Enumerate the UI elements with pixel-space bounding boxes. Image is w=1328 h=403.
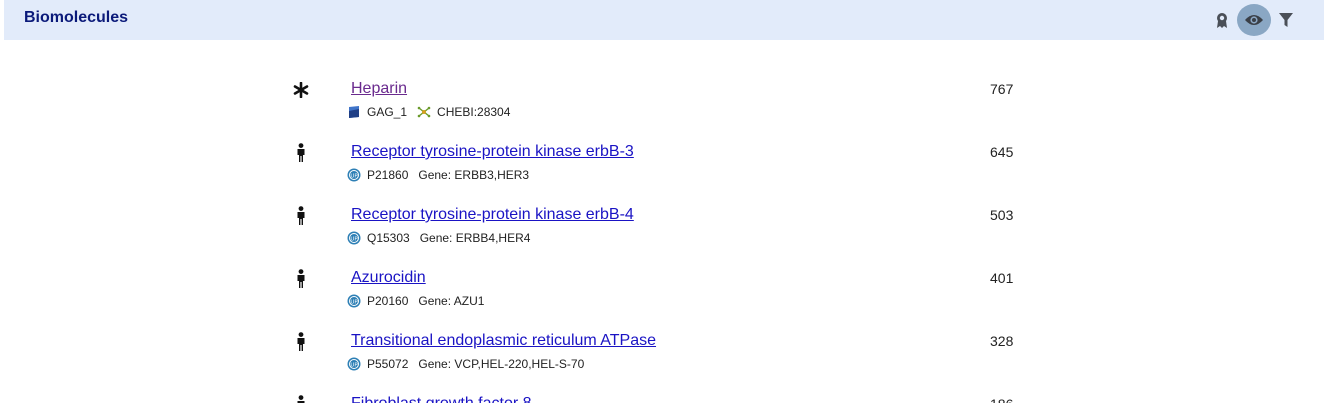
uniprot-icon: UP	[347, 357, 361, 371]
item-count: 328	[990, 333, 1014, 349]
gene-names: Gene: VCP,HEL-220,HEL-S-70	[418, 357, 585, 371]
svg-text:UP: UP	[350, 299, 358, 305]
biomolecule-link[interactable]: Transitional endoplasmic reticulum ATPas…	[351, 332, 656, 350]
item-count: 503	[990, 207, 1014, 223]
item-identifiers: UP P20160 Gene: AZU1	[347, 293, 484, 309]
list-item: Transitional endoplasmic reticulum ATPas…	[0, 332, 1328, 392]
biomolecule-list: Heparin GAG_1 CHEBI:28304 767 Receptor t…	[0, 0, 1328, 403]
uniprot-accession: P20160	[367, 294, 409, 308]
uniprot-icon: UP	[347, 168, 361, 182]
list-item: Heparin GAG_1 CHEBI:28304 767	[0, 80, 1328, 140]
human-figure-icon	[292, 143, 310, 163]
uniprot-icon: UP	[347, 294, 361, 308]
item-identifiers: UP P21860 Gene: ERBB3,HER3	[347, 167, 529, 183]
human-figure-icon	[292, 395, 310, 403]
list-item: Receptor tyrosine-protein kinase erbB-3 …	[0, 143, 1328, 203]
item-count: 767	[990, 81, 1014, 97]
asterisk-icon	[292, 80, 310, 100]
svg-text:UP: UP	[350, 236, 358, 242]
human-figure-icon	[292, 269, 310, 289]
human-figure-icon	[292, 206, 310, 226]
item-count: 401	[990, 270, 1014, 286]
svg-text:UP: UP	[350, 362, 358, 368]
biomolecule-link[interactable]: Heparin	[351, 80, 407, 98]
chebi-id: CHEBI:28304	[437, 105, 511, 119]
uniprot-accession: Q15303	[367, 231, 410, 245]
item-identifiers: UP Q15303 Gene: ERBB4,HER4	[347, 230, 530, 246]
list-item: Receptor tyrosine-protein kinase erbB-4 …	[0, 206, 1328, 266]
uniprot-accession: P55072	[367, 357, 409, 371]
svg-text:UP: UP	[350, 173, 358, 179]
chebi-icon	[417, 105, 431, 119]
item-identifiers: GAG_1 CHEBI:28304	[347, 104, 510, 120]
item-identifiers: UP P55072 Gene: VCP,HEL-220,HEL-S-70	[347, 356, 584, 372]
biomolecule-link[interactable]: Azurocidin	[351, 269, 426, 287]
item-count: 186	[990, 396, 1013, 403]
list-item: Azurocidin UP P20160 Gene: AZU1 401	[0, 269, 1328, 329]
uniprot-icon: UP	[347, 231, 361, 245]
gene-names: Gene: ERBB3,HER3	[418, 168, 530, 182]
gene-names: Gene: AZU1	[418, 294, 485, 308]
glycan-id: GAG_1	[367, 105, 408, 119]
human-figure-icon	[292, 332, 310, 352]
list-item: Fibroblast growth factor 8 186	[0, 395, 1328, 403]
biomolecule-link[interactable]: Receptor tyrosine-protein kinase erbB-4	[351, 206, 634, 224]
biomolecule-link[interactable]: Fibroblast growth factor 8	[351, 395, 532, 403]
biomolecule-link[interactable]: Receptor tyrosine-protein kinase erbB-3	[351, 143, 634, 161]
glycan-db-icon	[347, 105, 361, 119]
gene-names: Gene: ERBB4,HER4	[419, 231, 531, 245]
uniprot-accession: P21860	[367, 168, 409, 182]
item-count: 645	[990, 144, 1014, 160]
